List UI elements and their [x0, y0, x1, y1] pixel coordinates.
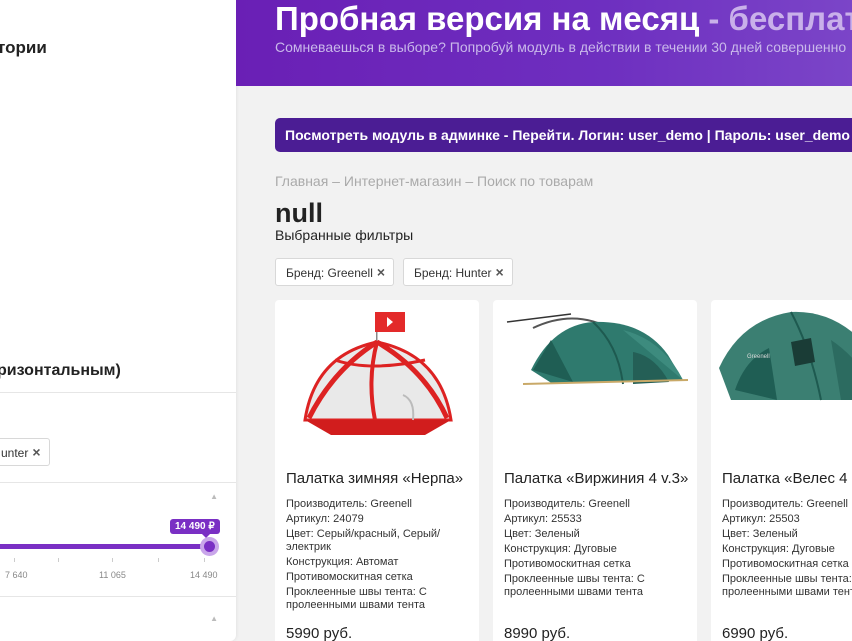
dome-tent-image[interactable]: Greenell [711, 300, 852, 460]
product-price: 8990 руб. [504, 625, 571, 641]
trial-banner[interactable]: Пробная версия на месяц - бесплат Сомнев… [236, 0, 852, 86]
filter-chip-greenell[interactable]: Бренд: Greenell × [275, 258, 395, 286]
filter-sidebar: тории ризонтальным) unter × ▲ 14 490 ₽ 7 … [0, 0, 236, 641]
breadcrumb-item-shop[interactable]: Интернет-магазин [344, 173, 462, 189]
product-card[interactable]: Палатка «Виржиния 4 v.3» Производитель: … [493, 300, 697, 641]
slider-tick [204, 558, 205, 562]
categories-heading: тории [0, 38, 47, 57]
banner-title: Пробная версия на месяц - бесплат [275, 0, 852, 38]
product-properties: Производитель: Greenell Артикул: 25503 Ц… [722, 498, 852, 601]
product-sku: Артикул: 24079 [286, 513, 364, 525]
chevron-up-icon[interactable]: ▲ [210, 492, 218, 501]
product-color: Цвет: Зеленый [504, 528, 580, 540]
banner-title-main: Пробная версия на месяц [275, 0, 700, 37]
chip-label: unter [1, 446, 29, 460]
breadcrumb-separator: – [461, 173, 478, 189]
price-slider-track[interactable] [0, 544, 210, 549]
product-name[interactable]: Палатка зимняя «Нерпа» [286, 470, 472, 487]
divider [0, 392, 236, 393]
breadcrumb: Главная – Интернет-магазин – Поиск по то… [275, 173, 593, 189]
slider-tick [58, 558, 59, 562]
product-manufacturer: Производитель: Greenell [722, 498, 848, 510]
product-feature: Противомоскитная сетка [504, 558, 631, 570]
filter-chip-hunter[interactable]: Бренд: Hunter × [403, 258, 513, 286]
product-construction: Конструкция: Автомат [286, 556, 399, 568]
banner-subtitle: Сомневаешься в выборе? Попробуй модуль в… [275, 39, 847, 55]
product-card[interactable]: Палатка зимняя «Нерпа» Производитель: Gr… [275, 300, 479, 641]
slider-tick [14, 558, 15, 562]
product-name[interactable]: Палатка «Велес 4 [722, 470, 852, 487]
slider-tick-label: 14 490 [190, 570, 218, 580]
product-feature: Противомоскитная сетка [722, 558, 849, 570]
layout-heading: ризонтальным) [0, 362, 121, 379]
product-seams: Проклеенные швы тента: С пролеенными шва… [286, 586, 427, 611]
demo-admin-link-bar[interactable]: Посмотреть модуль в админке - Перейти. Л… [275, 118, 852, 152]
price-max-badge: 14 490 ₽ [170, 519, 220, 538]
divider [0, 596, 236, 597]
slider-tick-label: 11 065 [99, 570, 126, 580]
product-seams: Проклеенные швы тента: С пролеенными шва… [504, 573, 645, 598]
divider [0, 482, 236, 483]
product-properties: Производитель: Greenell Артикул: 24079 Ц… [286, 498, 472, 614]
breadcrumb-item-home[interactable]: Главная [275, 173, 328, 189]
chevron-up-icon[interactable]: ▲ [210, 614, 218, 623]
product-construction: Конструкция: Дуговые [722, 543, 835, 555]
product-sku: Артикул: 25503 [722, 513, 800, 525]
close-icon[interactable]: × [496, 264, 504, 280]
page-title: null [275, 198, 323, 228]
product-color: Цвет: Зеленый [722, 528, 798, 540]
close-icon[interactable]: × [32, 444, 40, 460]
product-sku: Артикул: 25533 [504, 513, 582, 525]
product-name[interactable]: Палатка «Виржиния 4 v.3» [504, 470, 690, 487]
dome-tent-image[interactable] [493, 300, 697, 460]
chip-label: Бренд: Greenell [286, 266, 373, 280]
close-icon[interactable]: × [377, 264, 385, 280]
product-card[interactable]: Greenell Палатка «Велес 4 Производитель:… [711, 300, 852, 641]
product-price: 5990 руб. [286, 625, 353, 641]
breadcrumb-item-search: Поиск по товарам [477, 173, 594, 189]
svg-text:Greenell: Greenell [747, 354, 770, 360]
page: тории ризонтальным) unter × ▲ 14 490 ₽ 7 … [0, 0, 852, 641]
product-manufacturer: Производитель: Greenell [504, 498, 630, 510]
banner-title-muted: - бесплат [699, 0, 852, 37]
price-slider-handle[interactable] [200, 537, 219, 556]
sidebar-selected-filter-chip[interactable]: unter × [0, 438, 50, 466]
product-properties: Производитель: Greenell Артикул: 25533 Ц… [504, 498, 690, 601]
slider-tick-label: 7 640 [5, 570, 28, 580]
slider-tick [112, 558, 113, 562]
winter-tent-image[interactable] [275, 300, 479, 460]
product-price: 6990 руб. [722, 625, 789, 641]
product-construction: Конструкция: Дуговые [504, 543, 617, 555]
product-color: Цвет: Серый/красный, Серый/электрик [286, 528, 441, 553]
slider-tick [158, 558, 159, 562]
breadcrumb-separator: – [328, 173, 344, 189]
chip-label: Бренд: Hunter [414, 266, 492, 280]
product-seams: Проклеенные швы тента: С пролеенными шва… [722, 573, 852, 598]
product-manufacturer: Производитель: Greenell [286, 498, 412, 510]
selected-filters-label: Выбранные фильтры [275, 227, 414, 243]
product-feature: Противомоскитная сетка [286, 571, 413, 583]
